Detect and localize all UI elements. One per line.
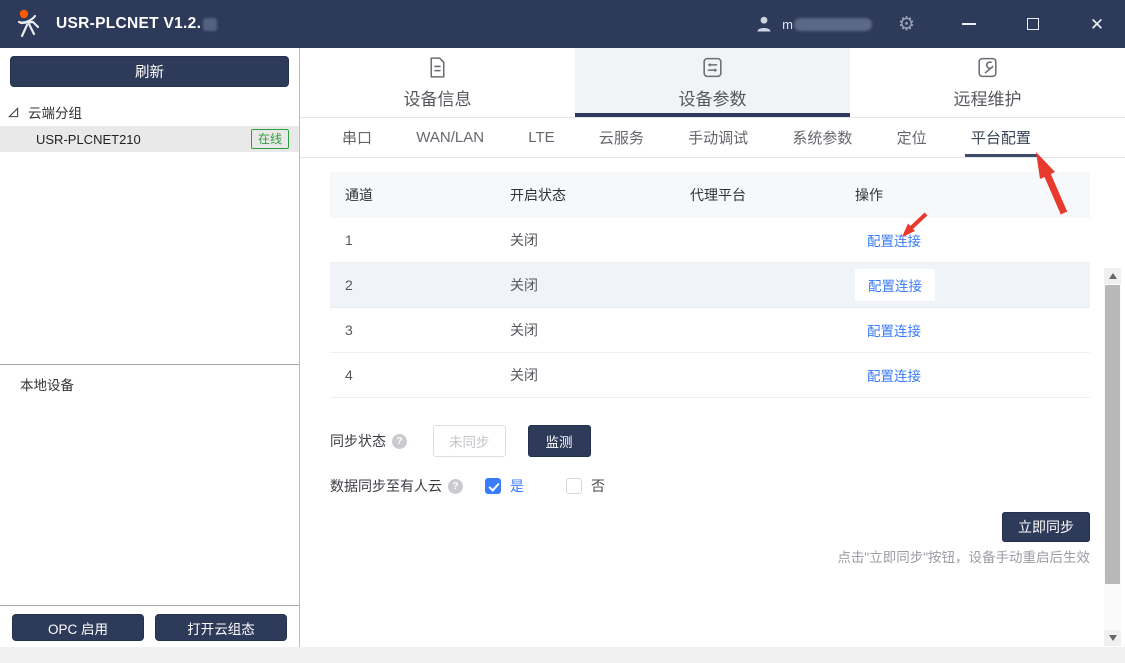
configure-connection-link[interactable]: 配置连接 bbox=[867, 324, 921, 339]
subtab-cloud-service[interactable]: 云服务 bbox=[593, 118, 650, 157]
tab-label: 远程维护 bbox=[954, 85, 1022, 110]
local-device-section: 本地设备 bbox=[0, 364, 299, 394]
online-status-badge: 在线 bbox=[251, 129, 289, 149]
cell-channel: 2 bbox=[330, 277, 495, 293]
configure-connection-link[interactable]: 配置连接 bbox=[867, 234, 921, 249]
username[interactable]: m bbox=[782, 17, 872, 32]
not-synced-button: 未同步 bbox=[433, 425, 506, 457]
tab-device-params[interactable]: 设备参数 bbox=[575, 48, 850, 117]
device-name: USR-PLCNET210 bbox=[36, 132, 141, 147]
user-icon bbox=[754, 14, 774, 34]
yes-checkbox[interactable] bbox=[485, 478, 501, 494]
sync-hint-text: 点击"立即同步"按钮，设备手动重启后生效 bbox=[300, 546, 1125, 566]
cell-status: 关闭 bbox=[495, 230, 675, 250]
table-row: 3 关闭 配置连接 bbox=[330, 308, 1090, 353]
redacted-username bbox=[794, 18, 872, 31]
sidebar: 刷新 云端分组 USR-PLCNET210 在线 本地设备 OPC 启用 打开云… bbox=[0, 48, 300, 663]
tab-label: 设备参数 bbox=[679, 85, 747, 110]
open-cloud-scada-button[interactable]: 打开云组态 bbox=[155, 614, 287, 641]
sidebar-spacer bbox=[0, 152, 299, 364]
device-list-item[interactable]: USR-PLCNET210 在线 bbox=[0, 126, 299, 152]
cell-channel: 1 bbox=[330, 232, 495, 248]
minimize-icon bbox=[962, 23, 976, 25]
close-button[interactable]: ✕ bbox=[1087, 14, 1107, 34]
opc-enable-button[interactable]: OPC 启用 bbox=[12, 614, 144, 641]
gear-icon[interactable]: ⚙ bbox=[898, 15, 915, 34]
question-mark-icon[interactable]: ? bbox=[392, 434, 407, 449]
main-panel: 设备信息 设备参数 远程维护 串口 WAN/LAN bbox=[300, 48, 1125, 663]
maximize-icon bbox=[1027, 18, 1039, 30]
yes-label[interactable]: 是 bbox=[510, 476, 524, 496]
subtab-wan-lan[interactable]: WAN/LAN bbox=[410, 118, 490, 157]
table-row: 4 关闭 配置连接 bbox=[330, 353, 1090, 398]
titlebar: USR-PLCNET V1.2. m ⚙ ✕ bbox=[0, 0, 1125, 48]
cell-channel: 3 bbox=[330, 322, 495, 338]
col-header-status: 开启状态 bbox=[495, 185, 675, 205]
configure-connection-link[interactable]: 配置连接 bbox=[855, 269, 935, 301]
col-header-channel: 通道 bbox=[330, 185, 495, 205]
data-sync-label: 数据同步至有人云 bbox=[330, 476, 442, 496]
question-mark-icon[interactable]: ? bbox=[448, 479, 463, 494]
no-label[interactable]: 否 bbox=[591, 476, 605, 496]
col-header-proxy: 代理平台 bbox=[675, 185, 840, 205]
horizontal-scrollbar-track[interactable] bbox=[0, 647, 1125, 663]
subtab-system-params[interactable]: 系统参数 bbox=[786, 118, 858, 157]
vertical-scrollbar[interactable] bbox=[1104, 268, 1121, 646]
sync-status-row: 同步状态 ? 未同步 监测 bbox=[330, 425, 1125, 457]
sidebar-spacer bbox=[0, 394, 299, 605]
no-checkbox[interactable] bbox=[566, 478, 582, 494]
redacted-version bbox=[203, 18, 217, 31]
document-icon bbox=[425, 55, 450, 80]
sync-status-label: 同步状态 bbox=[330, 431, 386, 451]
subtab-positioning[interactable]: 定位 bbox=[891, 118, 933, 157]
monitor-button[interactable]: 监测 bbox=[528, 425, 591, 457]
triangle-up-icon bbox=[1109, 273, 1117, 279]
maximize-button[interactable] bbox=[1023, 14, 1043, 34]
local-device-label: 本地设备 bbox=[20, 378, 74, 393]
scroll-up-button[interactable] bbox=[1104, 268, 1121, 284]
cloud-group-label: 云端分组 bbox=[28, 102, 82, 122]
wrench-icon bbox=[975, 55, 1000, 80]
table-header-row: 通道 开启状态 代理平台 操作 bbox=[330, 172, 1090, 218]
refresh-button[interactable]: 刷新 bbox=[10, 56, 289, 87]
table-row: 1 关闭 配置连接 bbox=[330, 218, 1090, 263]
subtab-platform-config[interactable]: 平台配置 bbox=[965, 118, 1037, 157]
cell-status: 关闭 bbox=[495, 365, 675, 385]
sync-now-button[interactable]: 立即同步 bbox=[1002, 512, 1090, 542]
sliders-icon bbox=[700, 55, 725, 80]
tree-expanded-icon[interactable] bbox=[8, 107, 19, 118]
triangle-down-icon bbox=[1109, 635, 1117, 641]
minimize-button[interactable] bbox=[959, 14, 979, 34]
cloud-group-node[interactable]: 云端分组 bbox=[8, 102, 299, 122]
channel-table: 通道 开启状态 代理平台 操作 1 关闭 配置连接 2 关闭 配置连接 bbox=[330, 172, 1090, 398]
subtab-lte[interactable]: LTE bbox=[522, 118, 560, 157]
cell-status: 关闭 bbox=[495, 320, 675, 340]
configure-connection-link[interactable]: 配置连接 bbox=[867, 369, 921, 384]
tab-remote-maintenance[interactable]: 远程维护 bbox=[850, 48, 1125, 117]
col-header-action: 操作 bbox=[840, 185, 1090, 205]
sub-tab-bar: 串口 WAN/LAN LTE 云服务 手动调试 系统参数 定位 平台配置 bbox=[300, 118, 1125, 158]
subtab-serial[interactable]: 串口 bbox=[336, 118, 378, 157]
platform-config-panel: 通道 开启状态 代理平台 操作 1 关闭 配置连接 2 关闭 配置连接 bbox=[300, 158, 1125, 663]
tab-label: 设备信息 bbox=[404, 85, 472, 110]
main-tab-bar: 设备信息 设备参数 远程维护 bbox=[300, 48, 1125, 118]
scrollbar-thumb[interactable] bbox=[1105, 285, 1120, 584]
data-sync-row: 数据同步至有人云 ? 是 否 bbox=[330, 476, 1125, 496]
cell-status: 关闭 bbox=[495, 275, 675, 295]
cell-channel: 4 bbox=[330, 367, 495, 383]
table-row: 2 关闭 配置连接 bbox=[330, 263, 1090, 308]
scroll-down-button[interactable] bbox=[1104, 630, 1121, 646]
app-title: USR-PLCNET V1.2. bbox=[56, 15, 201, 33]
usr-mascot-logo-icon bbox=[12, 7, 46, 41]
tab-device-info[interactable]: 设备信息 bbox=[300, 48, 575, 117]
subtab-manual-debug[interactable]: 手动调试 bbox=[682, 118, 754, 157]
